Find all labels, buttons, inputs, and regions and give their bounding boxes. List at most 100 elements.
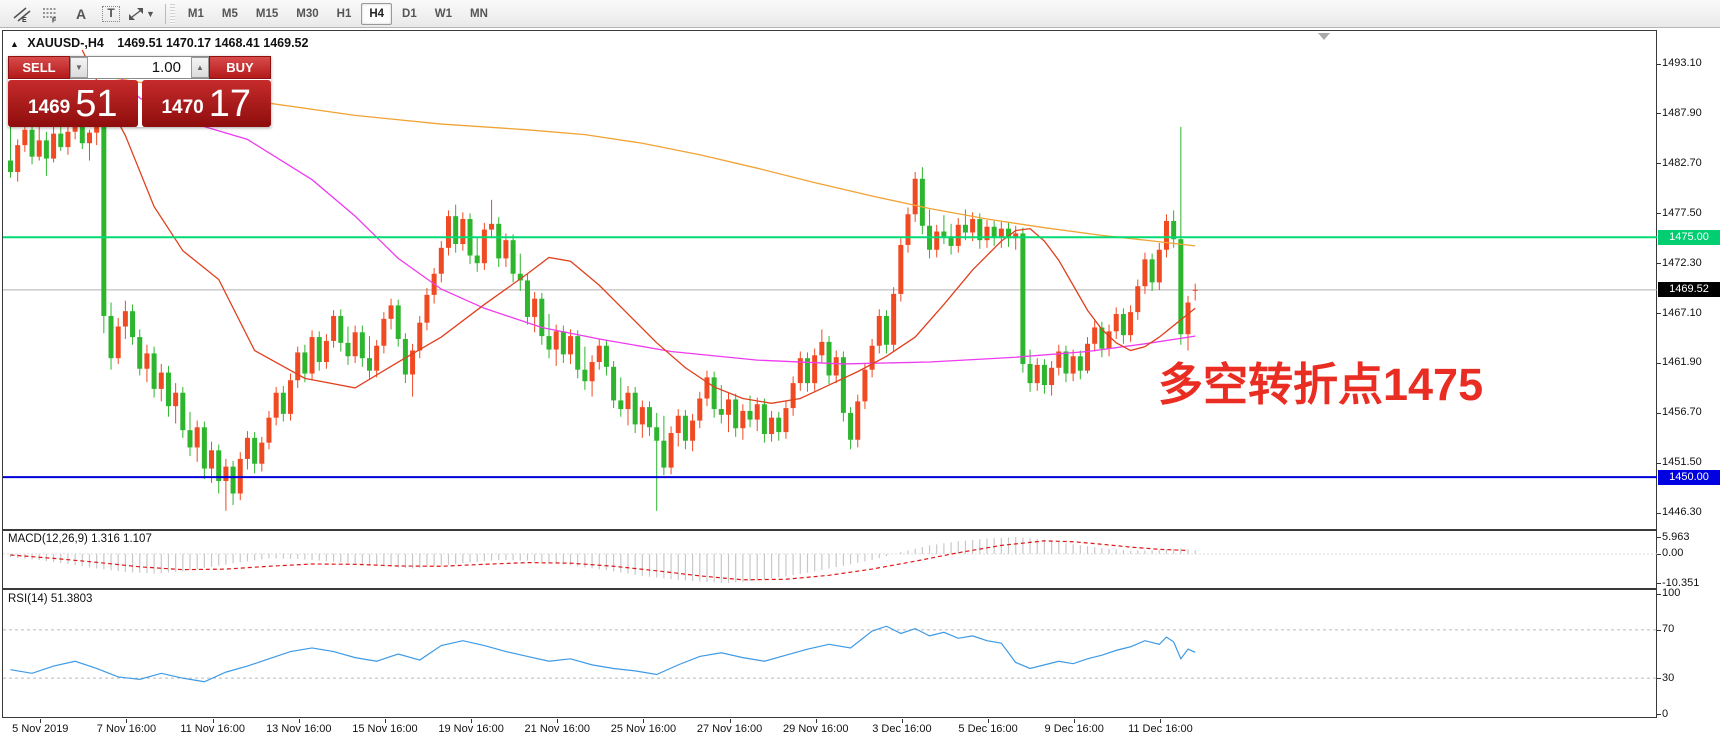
time-axis-label[interactable]: 5 Dec 16:00 bbox=[958, 723, 1017, 735]
rsi-line bbox=[11, 626, 1196, 682]
candle-down bbox=[618, 400, 623, 409]
candle-up bbox=[310, 337, 315, 373]
candle-up bbox=[15, 145, 20, 172]
chart-text-annotation[interactable]: 多空转折点1475 bbox=[1158, 348, 1483, 413]
candle-up bbox=[891, 294, 896, 345]
time-axis-label[interactable]: 7 Nov 16:00 bbox=[97, 723, 156, 735]
price-badge-support-blue: 1450.00 bbox=[1658, 470, 1720, 485]
candle-up bbox=[424, 295, 429, 323]
rsi-axis-tick bbox=[1657, 678, 1661, 679]
candle-down bbox=[712, 377, 717, 409]
candle-down bbox=[539, 299, 544, 336]
buy-button[interactable]: BUY bbox=[209, 56, 271, 79]
candle-up bbox=[439, 248, 444, 274]
volume-decrease-button[interactable]: ▼ bbox=[70, 57, 88, 78]
price-axis-label: 1461.90 bbox=[1662, 356, 1702, 368]
time-axis-label[interactable]: 11 Nov 16:00 bbox=[180, 723, 245, 735]
sell-button[interactable]: SELL bbox=[8, 56, 70, 79]
candle-down bbox=[1150, 259, 1155, 282]
candle-up bbox=[460, 219, 465, 244]
candle-up bbox=[783, 408, 788, 432]
candle-up bbox=[22, 130, 27, 145]
collapse-arrow-icon[interactable]: ▲ bbox=[10, 39, 19, 49]
caret-up-icon: ▲ bbox=[196, 63, 204, 72]
rsi-indicator-label: RSI(14) 51.3803 bbox=[8, 593, 92, 605]
rsi-axis-tick bbox=[1657, 630, 1661, 631]
time-axis-label[interactable]: 15 Nov 16:00 bbox=[352, 723, 417, 735]
candle-down bbox=[963, 225, 968, 233]
price-axis-label: 1493.10 bbox=[1662, 57, 1702, 69]
candle-down bbox=[453, 216, 458, 244]
time-axis-label[interactable]: 19 Nov 16:00 bbox=[438, 723, 503, 735]
candle-up bbox=[381, 319, 386, 346]
price-axis-tick bbox=[1657, 113, 1661, 114]
price-axis-label: 1456.70 bbox=[1662, 406, 1702, 418]
candle-up bbox=[597, 346, 602, 362]
candle-down bbox=[44, 140, 49, 158]
candle-down bbox=[633, 393, 638, 425]
candle-up bbox=[195, 427, 200, 447]
chart-shift-marker-icon[interactable] bbox=[1318, 33, 1330, 40]
candle-down bbox=[941, 232, 946, 237]
time-axis-label[interactable]: 13 Nov 16:00 bbox=[266, 723, 331, 735]
time-axis-label[interactable]: 11 Dec 16:00 bbox=[1128, 723, 1193, 735]
rsi-panel-separator[interactable] bbox=[2, 588, 1657, 590]
candle-down bbox=[1028, 364, 1033, 383]
candle-down bbox=[1063, 351, 1068, 373]
candle-up bbox=[625, 393, 630, 409]
time-axis-label[interactable]: 27 Nov 16:00 bbox=[697, 723, 762, 735]
candle-up bbox=[259, 443, 264, 464]
candle-up bbox=[690, 421, 695, 441]
candle-up bbox=[532, 299, 537, 317]
candle-down bbox=[762, 404, 767, 434]
candle-up bbox=[669, 433, 674, 468]
candle-up bbox=[482, 230, 487, 264]
time-axis-label[interactable]: 9 Dec 16:00 bbox=[1045, 723, 1104, 735]
candle-down bbox=[202, 427, 207, 468]
price-axis-tick bbox=[1657, 213, 1661, 214]
candle-down bbox=[582, 370, 587, 382]
sell-price-display[interactable]: 1469 51 bbox=[8, 80, 138, 127]
volume-increase-button[interactable]: ▲ bbox=[191, 57, 209, 78]
candle-up bbox=[389, 305, 394, 318]
price-badge-resistance-green: 1475.00 bbox=[1658, 230, 1720, 245]
candle-down bbox=[525, 280, 530, 316]
candle-up bbox=[769, 418, 774, 434]
price-axis-label: 1477.50 bbox=[1662, 207, 1702, 219]
candle-down bbox=[604, 346, 609, 367]
candle-up bbox=[1128, 312, 1133, 335]
time-axis-label[interactable]: 3 Dec 16:00 bbox=[872, 723, 931, 735]
time-axis-label[interactable]: 5 Nov 2019 bbox=[12, 723, 68, 735]
candle-down bbox=[1078, 356, 1083, 370]
volume-input[interactable]: 1.00 bbox=[88, 57, 191, 78]
candle-down bbox=[1121, 314, 1126, 335]
candle-down bbox=[317, 337, 322, 362]
candle-down bbox=[188, 430, 193, 447]
price-axis-label: 1482.70 bbox=[1662, 157, 1702, 169]
price-axis-label: 1446.30 bbox=[1662, 506, 1702, 518]
time-axis-label[interactable]: 29 Nov 16:00 bbox=[783, 723, 848, 735]
candle-up bbox=[726, 399, 731, 414]
candle-down bbox=[827, 342, 832, 376]
time-axis-label[interactable]: 25 Nov 16:00 bbox=[611, 723, 676, 735]
buy-price-display[interactable]: 1470 17 bbox=[142, 80, 272, 127]
candle-up bbox=[697, 398, 702, 420]
candle-up bbox=[87, 133, 92, 144]
candle-up bbox=[489, 224, 494, 230]
candle-up bbox=[934, 232, 939, 250]
candle-up bbox=[223, 467, 228, 481]
rsi-axis-label: 30 bbox=[1662, 672, 1674, 684]
candle-up bbox=[956, 225, 961, 246]
candle-down bbox=[683, 416, 688, 441]
mt4-trading-platform: E F A T ▼ M1M5M15M30H1H4D1 bbox=[0, 0, 1720, 745]
time-axis-label[interactable]: 21 Nov 16:00 bbox=[525, 723, 590, 735]
candle-up bbox=[755, 404, 760, 419]
macd-panel-separator[interactable] bbox=[2, 529, 1657, 531]
candle-up bbox=[554, 331, 559, 349]
candle-down bbox=[1020, 233, 1025, 364]
buy-price-big: 17 bbox=[209, 85, 251, 123]
candle-up bbox=[877, 316, 882, 346]
candle-down bbox=[360, 332, 365, 358]
candle-down bbox=[166, 373, 171, 407]
candle-up bbox=[503, 240, 508, 258]
